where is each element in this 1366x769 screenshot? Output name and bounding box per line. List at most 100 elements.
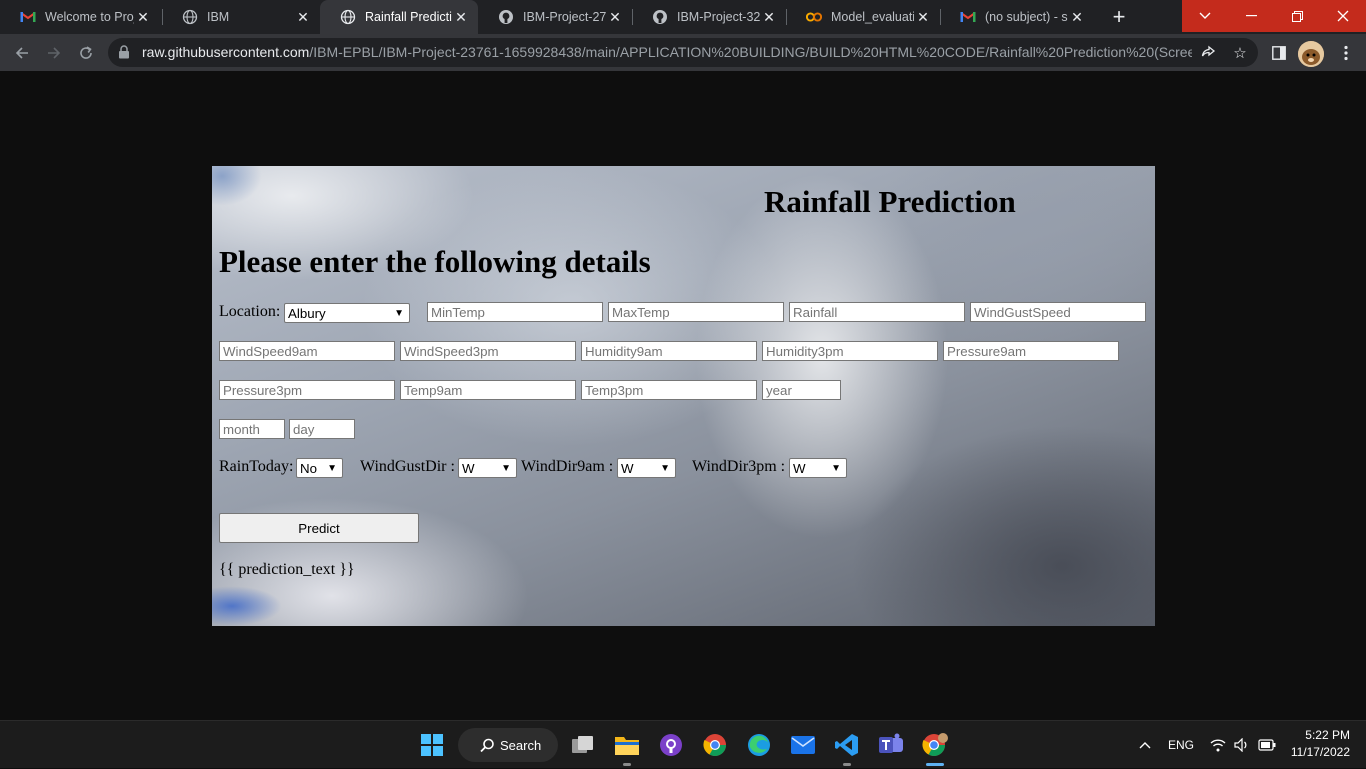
close-window-button[interactable]: [1320, 0, 1366, 32]
tab-ibm-project-3261[interactable]: IBM-Project-3261 ✕: [632, 0, 786, 34]
clock-date: 11/17/2022: [1290, 745, 1350, 759]
wind-gust-dir-value: W: [462, 460, 475, 476]
sky-patch: [212, 166, 262, 206]
task-view-icon[interactable]: [567, 729, 599, 761]
min-temp-input[interactable]: MinTemp: [427, 302, 603, 322]
temp-9am-input[interactable]: Temp9am: [400, 380, 576, 400]
tab-model-evaluation[interactable]: Model_evaluation ✕: [786, 0, 940, 34]
menu-button[interactable]: [1334, 41, 1358, 65]
rain-today-label: RainToday:: [219, 458, 294, 475]
new-tab-button[interactable]: +: [1106, 4, 1132, 29]
taskbar: Search ENG 5:22 PM 11/17/2022: [0, 720, 1366, 768]
wind-gust-speed-input[interactable]: WindGustSpeed: [970, 302, 1146, 322]
close-icon[interactable]: ✕: [134, 8, 152, 26]
reload-button[interactable]: [73, 40, 99, 66]
pressure-3pm-input[interactable]: Pressure3pm: [219, 380, 395, 400]
gmail-icon: [960, 9, 976, 25]
prediction-output: {{ prediction_text }}: [219, 561, 355, 578]
side-panel-button[interactable]: [1267, 41, 1291, 65]
url-text: raw.githubusercontent.com/IBM-EPBL/IBM-P…: [142, 44, 1192, 60]
back-button[interactable]: [9, 40, 35, 66]
tab-title: Welcome to Proje: [45, 10, 134, 24]
tab-ibm-project-2797[interactable]: IBM-Project-2797 ✕: [478, 0, 632, 34]
location-value: Albury: [288, 305, 326, 321]
tab-rainfall-prediction[interactable]: Rainfall Predictio ✕: [320, 0, 478, 34]
tab-welcome-to-project[interactable]: Welcome to Proje ✕: [0, 0, 160, 34]
windows-start-icon[interactable]: [416, 729, 448, 761]
github-desktop-icon[interactable]: [655, 729, 687, 761]
teams-icon[interactable]: [875, 729, 907, 761]
tab-title: Model_evaluation: [831, 10, 914, 24]
close-icon: [1337, 10, 1349, 22]
close-icon[interactable]: ✕: [760, 8, 778, 26]
globe-icon: [340, 9, 356, 25]
chevron-down-icon: ▼: [394, 307, 404, 319]
address-bar[interactable]: raw.githubusercontent.com/IBM-EPBL/IBM-P…: [108, 38, 1258, 67]
rainfall-input[interactable]: Rainfall: [789, 302, 965, 322]
vscode-icon[interactable]: [831, 729, 863, 761]
restore-button[interactable]: [1274, 0, 1320, 32]
tab-title: (no subject) - san: [985, 10, 1068, 24]
tab-no-subject[interactable]: (no subject) - san ✕: [940, 0, 1094, 34]
show-hidden-icons[interactable]: [1139, 721, 1151, 769]
close-icon[interactable]: ✕: [452, 8, 470, 26]
clock[interactable]: 5:22 PM 11/17/2022: [1284, 727, 1350, 761]
minimize-icon: [1245, 15, 1257, 17]
minimize-button[interactable]: [1228, 0, 1274, 32]
pressure-9am-input[interactable]: Pressure9am: [943, 341, 1119, 361]
close-icon[interactable]: ✕: [1068, 8, 1086, 26]
rain-today-select[interactable]: No ▼: [296, 458, 343, 478]
wind-gust-dir-select[interactable]: W ▼: [458, 458, 517, 478]
url-host: raw.githubusercontent.com: [142, 44, 310, 60]
running-indicator: [623, 763, 631, 766]
day-input[interactable]: day: [289, 419, 355, 439]
battery-icon[interactable]: [1258, 721, 1276, 769]
profile-avatar[interactable]: [1298, 41, 1324, 67]
predict-button[interactable]: Predict: [219, 513, 419, 543]
share-icon[interactable]: [1198, 43, 1218, 63]
chrome-profile-icon[interactable]: [919, 729, 951, 761]
mail-icon[interactable]: [787, 729, 819, 761]
edge-icon[interactable]: [743, 729, 775, 761]
max-temp-input[interactable]: MaxTemp: [608, 302, 784, 322]
volume-icon[interactable]: [1234, 721, 1250, 769]
colab-icon: [806, 9, 822, 25]
arrow-right-icon: [48, 47, 61, 59]
search-icon: [480, 738, 495, 753]
close-icon[interactable]: ✕: [294, 8, 312, 26]
wind-speed-3pm-input[interactable]: WindSpeed3pm: [400, 341, 576, 361]
page-title: Rainfall Prediction: [764, 184, 1016, 219]
tab-ibm[interactable]: IBM ✕: [162, 0, 320, 34]
chrome-icon[interactable]: [699, 729, 731, 761]
close-icon[interactable]: ✕: [606, 8, 624, 26]
side-panel-icon: [1272, 46, 1286, 60]
file-explorer-icon[interactable]: [611, 729, 643, 761]
humidity-3pm-input[interactable]: Humidity3pm: [762, 341, 938, 361]
wind-dir-9am-value: W: [621, 460, 634, 476]
wifi-icon[interactable]: [1210, 721, 1226, 769]
sky-patch: [212, 586, 282, 626]
close-icon[interactable]: ✕: [914, 8, 932, 26]
wind-dir-9am-label: WindDir9am :: [521, 458, 614, 475]
wind-speed-9am-input[interactable]: WindSpeed9am: [219, 341, 395, 361]
year-input[interactable]: year: [762, 380, 841, 400]
temp-3pm-input[interactable]: Temp3pm: [581, 380, 757, 400]
month-input[interactable]: month: [219, 419, 285, 439]
wind-dir-3pm-select[interactable]: W ▼: [789, 458, 847, 478]
taskbar-search[interactable]: Search: [458, 728, 558, 762]
tab-strip: Welcome to Proje ✕ IBM ✕ Rainfall Predic…: [0, 0, 1366, 34]
arrow-left-icon: [15, 47, 28, 59]
humidity-9am-input[interactable]: Humidity9am: [581, 341, 757, 361]
browser-viewport: Rainfall Prediction Please enter the fol…: [0, 71, 1366, 720]
forward-button[interactable]: [41, 40, 67, 66]
rain-today-value: No: [300, 460, 317, 476]
location-select[interactable]: Albury ▼: [284, 303, 410, 323]
tab-search-button[interactable]: [1182, 0, 1228, 32]
clock-time: 5:22 PM: [1305, 728, 1350, 742]
language-indicator[interactable]: ENG: [1168, 721, 1194, 769]
tab-title: IBM-Project-2797: [523, 10, 606, 24]
bookmark-star-icon[interactable]: ☆: [1230, 43, 1250, 63]
chevron-down-icon: ▼: [660, 462, 670, 474]
wind-dir-9am-select[interactable]: W ▼: [617, 458, 676, 478]
rainfall-prediction-page: Rainfall Prediction Please enter the fol…: [212, 166, 1155, 626]
